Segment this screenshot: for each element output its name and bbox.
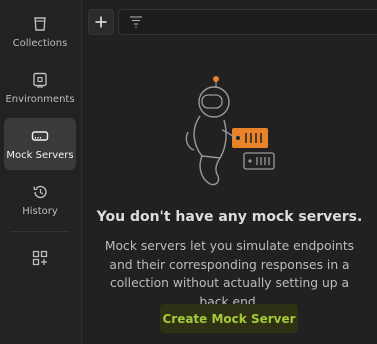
add-apps-icon bbox=[32, 250, 48, 265]
sidebar-item-label: Collections bbox=[12, 38, 68, 49]
sidebar-item-label: History bbox=[22, 206, 58, 217]
environments-icon bbox=[33, 72, 47, 88]
plus-icon bbox=[95, 16, 107, 28]
sidebar-item-mock-servers[interactable]: Mock Servers bbox=[4, 118, 76, 170]
sidebar: Collections Environments Mock Servers Hi… bbox=[0, 0, 82, 344]
sidebar-divider bbox=[10, 231, 70, 232]
astronaut-illustration bbox=[185, 76, 275, 186]
sidebar-item-label: Mock Servers bbox=[6, 150, 74, 161]
sidebar-item-collections[interactable]: Collections bbox=[4, 6, 76, 58]
search-filter-input[interactable] bbox=[118, 9, 377, 35]
sidebar-add-apps[interactable] bbox=[4, 236, 76, 284]
filter-icon bbox=[130, 16, 142, 28]
create-mock-server-button[interactable]: Create Mock Server bbox=[160, 304, 298, 333]
empty-state-title: You don't have any mock servers. bbox=[96, 209, 363, 225]
sidebar-item-environments[interactable]: Environments bbox=[4, 62, 76, 114]
sidebar-item-history[interactable]: History bbox=[4, 174, 76, 226]
mock-servers-icon bbox=[31, 131, 49, 141]
collections-icon bbox=[34, 17, 46, 31]
empty-state-description: Mock servers let you simulate endpoints … bbox=[104, 239, 355, 309]
main-panel: You don't have any mock servers. Mock se… bbox=[82, 0, 377, 344]
new-mock-server-button[interactable] bbox=[88, 9, 114, 35]
history-icon bbox=[33, 185, 47, 199]
sidebar-item-label: Environments bbox=[5, 94, 75, 105]
